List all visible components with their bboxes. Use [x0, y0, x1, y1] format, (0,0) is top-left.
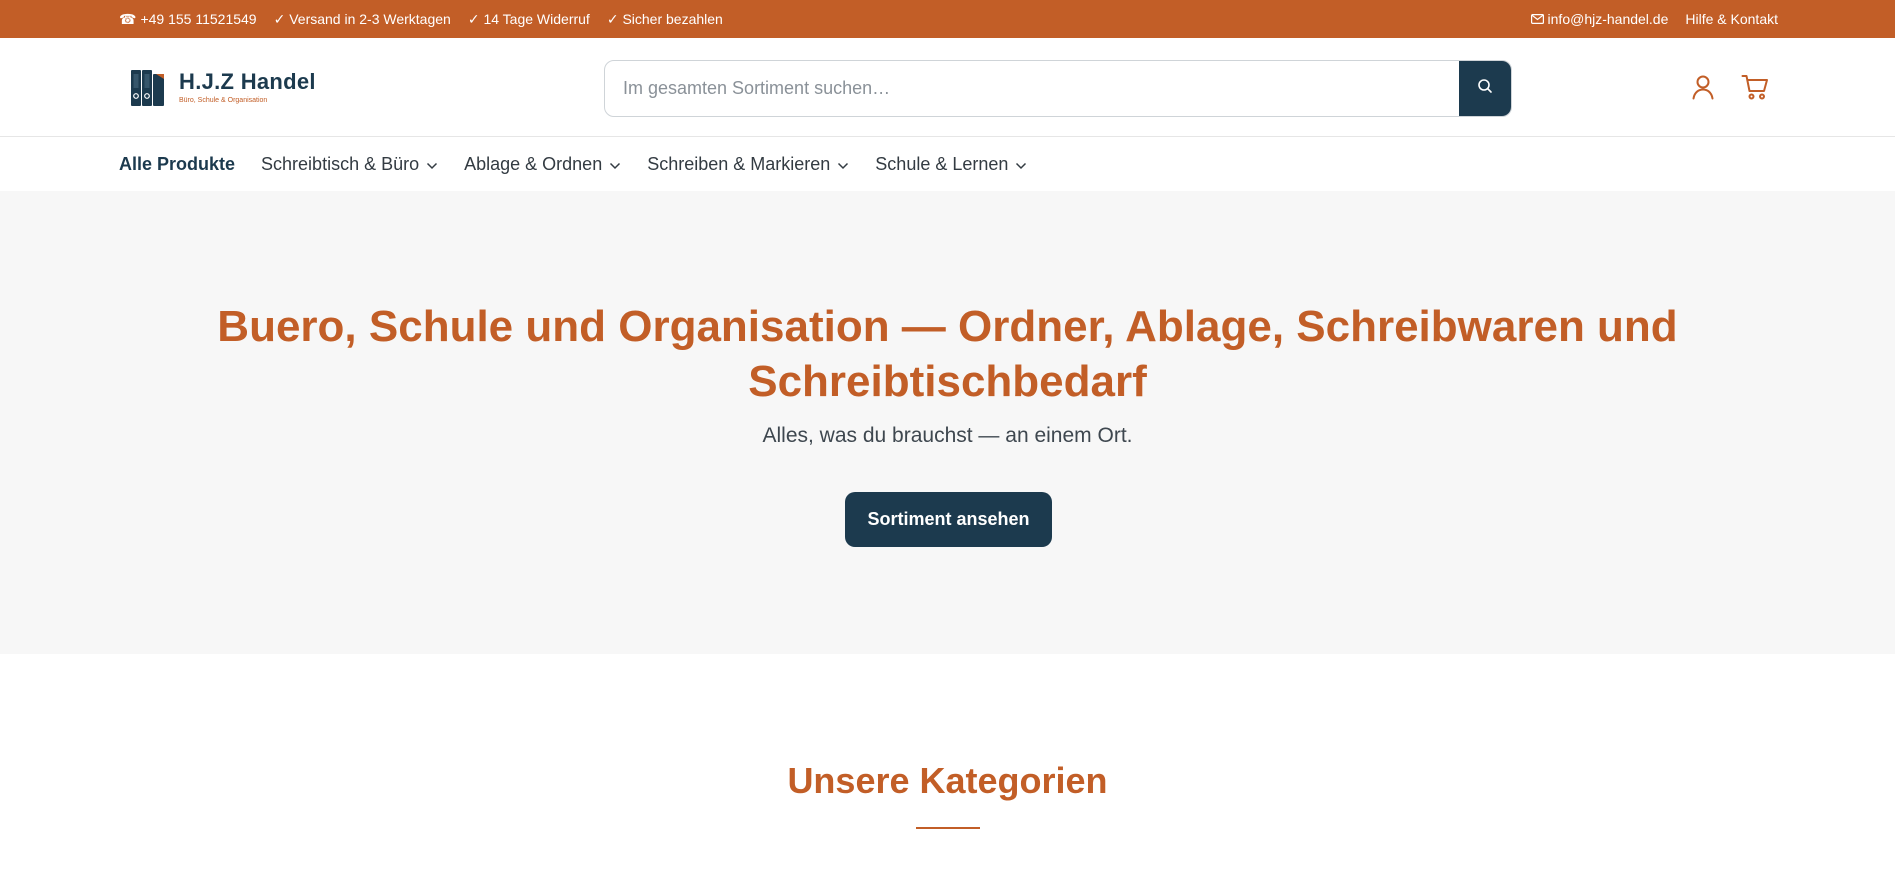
- account-button[interactable]: [1688, 74, 1718, 104]
- nav-item-schreibtisch-buero[interactable]: Schreibtisch & Büro: [261, 154, 438, 175]
- top-bar-right: info@hjz-handel.de Hilfe & Kontakt: [1530, 0, 1778, 38]
- nav-item-label: Alle Produkte: [119, 154, 236, 174]
- nav-item-schreiben-markieren[interactable]: Schreiben & Markieren: [647, 154, 849, 175]
- chevron-down-icon: [1015, 154, 1027, 175]
- brand-logo[interactable]: H.J.Z Handel Büro, Schule & Organisation: [129, 68, 316, 108]
- search-input[interactable]: [605, 61, 1461, 116]
- nav-item-label: Schreiben & Markieren: [647, 154, 831, 174]
- usp-shipping: ✓ Versand in 2-3 Werktagen: [274, 11, 451, 28]
- top-bar-left: ☎ +49 155 11521549 ✓ Versand in 2-3 Werk…: [119, 0, 723, 38]
- phone-link[interactable]: ☎ +49 155 11521549: [119, 11, 257, 28]
- usp-returns: ✓ 14 Tage Widerruf: [468, 11, 590, 28]
- phone-icon: ☎: [119, 10, 137, 27]
- nav-item-label: Schreibtisch & Büro: [261, 154, 420, 174]
- search-icon: [1477, 78, 1493, 99]
- nav-item-label: Ablage & Ordnen: [464, 154, 603, 174]
- categories-title: Unsere Kategorien: [787, 760, 1108, 801]
- brand-text: H.J.Z Handel Büro, Schule & Organisation: [179, 70, 316, 106]
- usp-returns-text: ✓ 14 Tage Widerruf: [467, 10, 590, 27]
- brand-tagline: Büro, Schule & Organisation: [179, 97, 268, 104]
- hero-section: Buero, Schule und Organisation — Ordner,…: [0, 191, 1895, 654]
- nav-item-ablage-ordnen[interactable]: Ablage & Ordnen: [464, 154, 621, 175]
- usp-payment: ✓ Sicher bezahlen: [607, 11, 723, 28]
- nav-item-alle-produkte[interactable]: Alle Produkte: [119, 154, 235, 175]
- view-assortment-button[interactable]: Sortiment ansehen: [845, 492, 1052, 547]
- hero-subtitle: Alles, was du brauchst — an einem Ort.: [762, 424, 1133, 447]
- chevron-down-icon: [837, 154, 849, 175]
- search-button[interactable]: [1459, 61, 1511, 116]
- hero-title: Buero, Schule und Organisation — Ordner,…: [217, 302, 1678, 406]
- main-navigation: Alle Produkte Schreibtisch & Büro Ablage…: [0, 138, 1895, 191]
- help-contact-link[interactable]: Hilfe & Kontakt: [1685, 11, 1778, 27]
- nav-list: Alle Produkte Schreibtisch & Büro Ablage…: [119, 138, 1027, 191]
- email-address: info@hjz-handel.de: [1547, 11, 1669, 27]
- usp-shipping-text: ✓ Versand in 2-3 Werktagen: [273, 10, 451, 27]
- site-header: H.J.Z Handel Büro, Schule & Organisation: [0, 38, 1895, 137]
- usp-payment-text: ✓ Sicher bezahlen: [606, 10, 723, 27]
- top-bar: ☎ +49 155 11521549 ✓ Versand in 2-3 Werk…: [0, 0, 1895, 38]
- nav-item-label: Schule & Lernen: [875, 154, 1009, 174]
- chevron-down-icon: [609, 154, 621, 175]
- cart-icon: [1741, 74, 1769, 105]
- categories-divider: [916, 827, 980, 829]
- cart-button[interactable]: [1740, 74, 1770, 104]
- phone-number: +49 155 11521549: [140, 11, 257, 27]
- brand-name: H.J.Z Handel: [179, 69, 316, 94]
- binder-logo-icon: [129, 68, 165, 108]
- search-bar: [604, 60, 1512, 117]
- email-link[interactable]: info@hjz-handel.de: [1530, 11, 1669, 27]
- mail-icon: [1530, 14, 1544, 24]
- nav-item-schule-lernen[interactable]: Schule & Lernen: [875, 154, 1027, 175]
- chevron-down-icon: [426, 154, 438, 175]
- user-icon: [1691, 74, 1715, 105]
